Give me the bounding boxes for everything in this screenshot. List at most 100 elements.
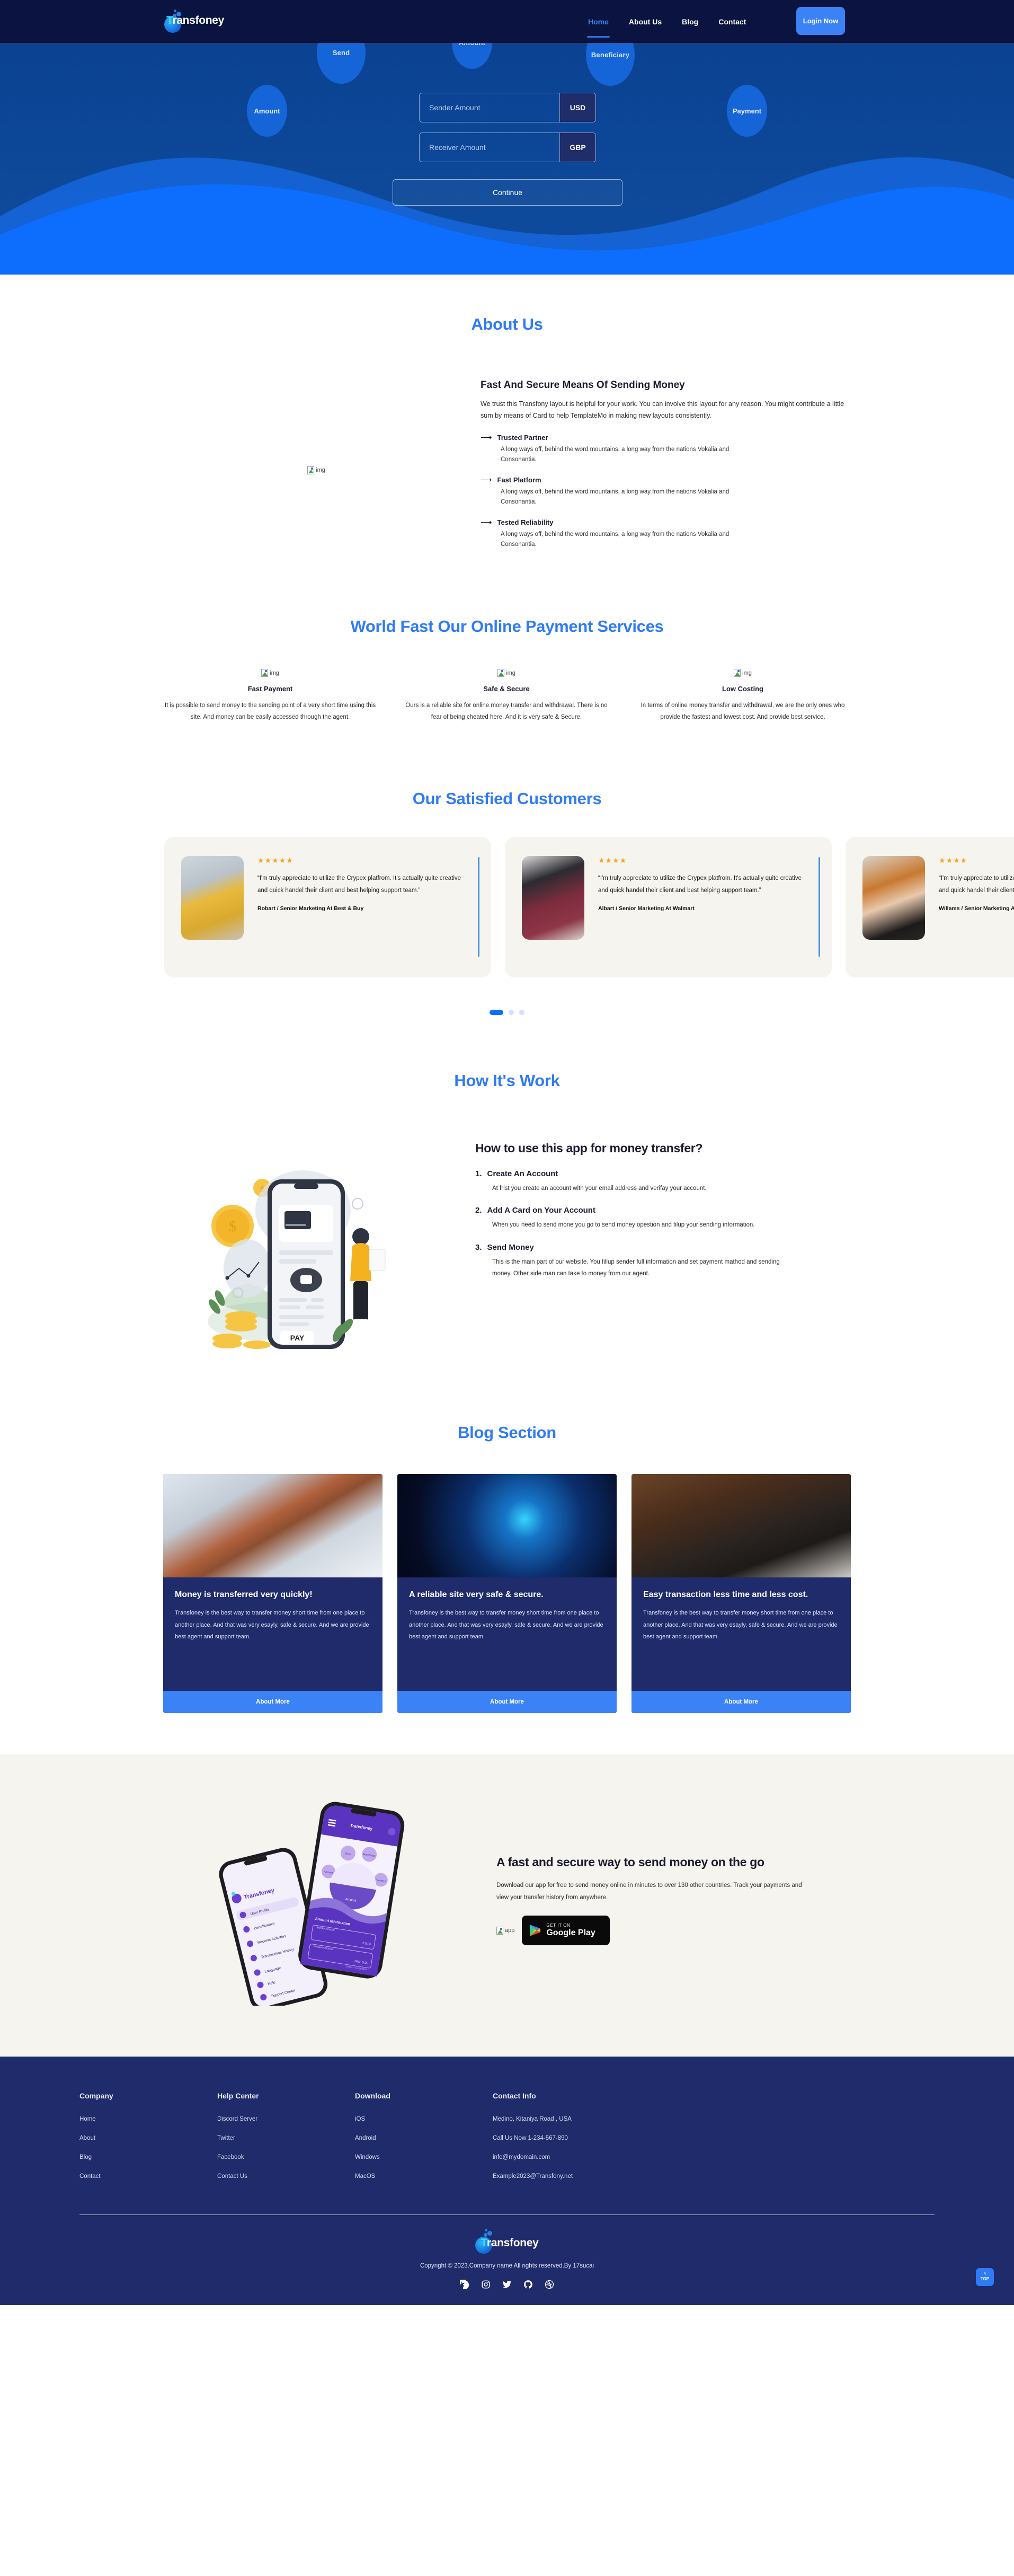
footer-link-macos[interactable]: MacOS xyxy=(355,2173,493,2180)
appstore-badge-placeholder[interactable]: app xyxy=(496,1926,515,1935)
facebook-icon[interactable] xyxy=(460,2279,469,2289)
footer-link-blog[interactable]: Blog xyxy=(79,2154,217,2160)
instagram-icon[interactable] xyxy=(481,2280,491,2289)
service-card-fast-payment: img Fast Payment It is possible to send … xyxy=(152,669,388,724)
service-2-icon-alt: img xyxy=(506,669,515,676)
service-card-safe-secure: img Safe & Secure Ours is a reliable sit… xyxy=(388,669,625,724)
footer-link-contact-us[interactable]: Contact Us xyxy=(217,2173,355,2180)
app-store-buttons: app GET IT ON Google Play xyxy=(496,1916,862,1946)
arrow-right-icon: ⟶ xyxy=(481,433,492,442)
hero-side-payment[interactable]: Payment xyxy=(727,85,767,137)
footer-download-head: Download xyxy=(355,2091,390,2100)
blog-about-more-button[interactable]: About More xyxy=(631,1690,851,1713)
phone-money-illustration: $ $ xyxy=(208,1170,386,1349)
footer-column-help-center: Help Center Discord Server Twitter Faceb… xyxy=(217,2092,355,2192)
avatar xyxy=(181,855,244,940)
scroll-to-top-button[interactable]: ^ TOP xyxy=(976,2268,994,2286)
twitter-icon[interactable] xyxy=(502,2280,512,2289)
blog-about-more-button[interactable]: About More xyxy=(163,1690,383,1713)
carousel-dot-2[interactable] xyxy=(509,1009,514,1015)
about-title: About Us xyxy=(471,315,543,333)
footer-company-head: Company xyxy=(79,2091,113,2100)
about-feature-2-title: Fast Platform xyxy=(497,475,541,484)
footer-link-discord-server[interactable]: Discord Server xyxy=(217,2116,355,2122)
carousel-dot-1[interactable] xyxy=(490,1009,503,1015)
nav-link-home[interactable]: Home xyxy=(587,14,610,38)
footer-link-home[interactable]: Home xyxy=(79,2116,217,2122)
github-icon[interactable] xyxy=(523,2280,533,2289)
how-step-3: 3. Send Money This is the main part of ou… xyxy=(475,1243,862,1280)
about-illustration-placeholder: img xyxy=(307,466,325,474)
footer-contact-head: Contact Info xyxy=(493,2091,536,2100)
copyright-text: Copyright © 2023.Company name All rights… xyxy=(420,2262,594,2269)
social-links xyxy=(0,2279,1014,2289)
broken-image-icon xyxy=(307,466,315,474)
footer-link-contact[interactable]: Contact xyxy=(79,2173,217,2180)
hero-side-amount[interactable]: Amount xyxy=(247,85,287,137)
footer-link-windows[interactable]: Windows xyxy=(355,2154,493,2160)
receiver-currency-label: GBP xyxy=(570,143,586,152)
brand-name: Transfoney xyxy=(166,14,224,27)
footer-column-contact-info: Contact Info Medino, Kitaniya Road , USA… xyxy=(493,2092,705,2192)
avatar xyxy=(522,855,584,940)
footer-link-facebook[interactable]: Facebook xyxy=(217,2154,355,2160)
main-navbar: Transfoney Home About Us Blog Contact Lo… xyxy=(0,0,1014,43)
footer-link-android[interactable]: Android xyxy=(355,2135,493,2141)
footer-brand-name: Transfoney xyxy=(481,2237,538,2249)
google-play-button[interactable]: GET IT ON Google Play xyxy=(522,1916,610,1946)
blog-about-more-button[interactable]: About More xyxy=(397,1690,617,1713)
brand-logo[interactable]: Transfoney xyxy=(164,8,224,33)
how-step-3-number: 3. xyxy=(475,1242,482,1252)
about-paragraph: We trust this Transfony layout is helpfu… xyxy=(481,400,844,419)
receiver-amount-input[interactable] xyxy=(420,133,559,162)
appstore-alt: app xyxy=(505,1927,515,1934)
nav-link-contact[interactable]: Contact xyxy=(717,14,747,29)
continue-button[interactable]: Continue xyxy=(393,179,622,206)
app-heading: A fast and secure way to send money on t… xyxy=(496,1855,764,1869)
footer-link-ios[interactable]: iOS xyxy=(355,2116,493,2122)
hero-step-send-label: Send xyxy=(332,48,350,57)
how-step-3-title: Send Money xyxy=(487,1242,534,1252)
carousel-dot-3[interactable] xyxy=(519,1009,524,1015)
nav-link-about-us[interactable]: About Us xyxy=(628,14,663,29)
how-step-2-title: Add A Card on Your Account xyxy=(487,1206,595,1215)
about-feature-1: ⟶ Trusted Partner A long ways off, behin… xyxy=(481,434,851,465)
svg-text:$: $ xyxy=(229,1219,236,1235)
about-feature-2: ⟶ Fast Platform A long ways off, behind … xyxy=(481,476,851,508)
service-3-title: Low Costing xyxy=(722,685,763,693)
sender-currency-select[interactable]: USD xyxy=(559,93,595,122)
sender-amount-input[interactable] xyxy=(420,93,559,122)
dribbble-icon[interactable] xyxy=(545,2280,554,2289)
rating-stars: ★★★★ xyxy=(598,855,627,864)
about-feature-3-title: Tested Reliability xyxy=(497,518,554,526)
footer-column-company: Company Home About Blog Contact xyxy=(79,2092,217,2192)
blog-card-desc: Transfoney is the best way to transfer m… xyxy=(175,1610,369,1640)
testimonials-carousel[interactable]: ★★★★★ “I'm truly appreciate to utilize t… xyxy=(0,836,1014,996)
testimonial-accent-bar xyxy=(819,857,820,957)
service-icon-placeholder: img xyxy=(261,669,279,677)
services-section: World Fast Our Online Payment Services i… xyxy=(0,582,1014,761)
app-text-column: A fast and secure way to send money on t… xyxy=(491,1854,862,1946)
testimonial-quote: “I'm truly appreciate to utilize the Cry… xyxy=(939,875,1014,894)
hero-section: Send Amount Beneficiary Amount Payment U… xyxy=(0,0,1014,275)
how-step-1-title: Create An Account xyxy=(487,1169,558,1178)
login-now-button[interactable]: Login Now xyxy=(796,7,845,35)
services-title: World Fast Our Online Payment Services xyxy=(350,617,664,636)
footer-link-twitter[interactable]: Twitter xyxy=(217,2135,355,2141)
about-feature-1-title: Trusted Partner xyxy=(497,433,548,442)
nav-link-blog[interactable]: Blog xyxy=(681,14,699,29)
site-footer: Company Home About Blog Contact Help Cen… xyxy=(0,2056,1014,2305)
footer-link-about[interactable]: About xyxy=(79,2135,217,2141)
about-feature-3-desc: A long ways off, behind the word mountai… xyxy=(501,531,730,548)
blog-card-title: A reliable site very safe & secure. xyxy=(409,1590,544,1599)
service-2-desc: Ours is a reliable site for online money… xyxy=(405,702,608,720)
blog-card: A reliable site very safe & secure. Tran… xyxy=(397,1474,617,1713)
blog-card-image xyxy=(631,1474,851,1577)
how-step-1-desc: At frist you create an account with your… xyxy=(492,1185,707,1192)
blog-section: Blog Section Money is transferred very q… xyxy=(0,1390,1014,1754)
footer-brand-logo[interactable]: Transfoney xyxy=(475,2228,539,2254)
receiver-currency-select[interactable]: GBP xyxy=(559,133,595,162)
service-3-icon-alt: img xyxy=(742,669,752,676)
hero-step-beneficiary-label: Beneficiary xyxy=(591,50,630,59)
testimonial-quote: “I'm truly appreciate to utilize the Cry… xyxy=(257,875,461,894)
